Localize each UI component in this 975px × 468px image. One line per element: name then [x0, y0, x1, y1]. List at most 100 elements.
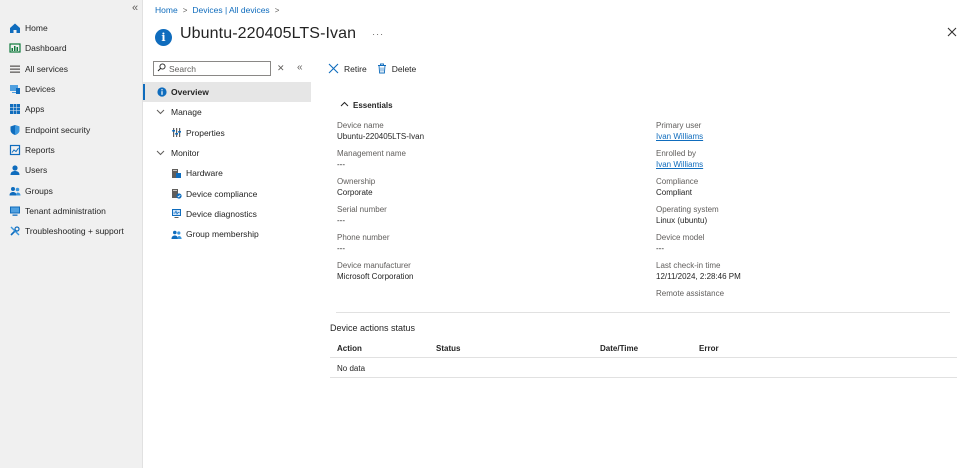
reports-icon — [9, 144, 21, 156]
delete-button[interactable]: Delete — [377, 63, 417, 76]
nav-item-endpoint-security[interactable]: Endpoint security — [0, 119, 143, 139]
chevron-down-icon — [156, 107, 167, 118]
nav-item-reports[interactable]: Reports — [0, 140, 143, 160]
more-options-button[interactable]: ··· — [372, 29, 384, 39]
collapse-nav-button[interactable]: « — [129, 2, 141, 14]
chevron-right-icon: > — [182, 5, 188, 15]
column-header-error[interactable]: Error — [699, 344, 719, 353]
home-icon — [9, 22, 21, 34]
search-icon — [157, 63, 166, 74]
primary-user-link[interactable]: Ivan Williams — [656, 131, 703, 142]
enrolled-by-link[interactable]: Ivan Williams — [656, 159, 703, 170]
column-header-datetime[interactable]: Date/Time — [600, 344, 638, 353]
nav-label: Endpoint security — [25, 124, 91, 135]
close-icon — [947, 27, 957, 37]
retire-button[interactable]: Retire — [328, 63, 367, 76]
field-ownership: Ownership Corporate — [337, 176, 375, 198]
all-services-icon — [9, 63, 21, 75]
clear-search-button[interactable]: ✕ — [277, 63, 285, 74]
menu-item-label: Properties — [186, 127, 225, 138]
retire-label: Retire — [344, 64, 367, 74]
menu-item-hardware[interactable]: Hardware — [143, 163, 311, 183]
field-label: Enrolled by — [656, 149, 697, 158]
nav-list: Home Dashboard All services Devices Apps — [0, 18, 143, 241]
menu-group-manage[interactable]: Manage — [143, 102, 311, 122]
search-box[interactable] — [153, 61, 271, 76]
menu-item-group-membership[interactable]: Group membership — [143, 224, 311, 244]
field-label: Ownership — [337, 177, 376, 186]
nav-item-dashboard[interactable]: Dashboard — [0, 38, 143, 58]
field-value: Compliant — [656, 188, 693, 197]
nav-label: Users — [25, 165, 48, 176]
info-icon — [156, 87, 167, 98]
field-device-manufacturer: Device manufacturer Microsoft Corporatio… — [337, 260, 413, 282]
field-label: Serial number — [337, 205, 387, 214]
delete-label: Delete — [391, 64, 417, 74]
nav-label: Apps — [25, 104, 45, 115]
breadcrumb-home-link[interactable]: Home — [155, 5, 178, 15]
field-label: Remote assistance — [656, 289, 725, 298]
shield-icon — [9, 124, 21, 136]
field-value: --- — [656, 244, 664, 253]
essentials-toggle[interactable]: Essentials — [340, 100, 393, 111]
field-remote-assistance: Remote assistance — [656, 288, 724, 299]
field-compliance: Compliance Compliant — [656, 176, 698, 198]
nav-item-home[interactable]: Home — [0, 18, 143, 38]
field-value: Ubuntu-220405LTS-Ivan — [337, 132, 425, 141]
field-value: --- — [337, 244, 345, 253]
menu-item-device-compliance[interactable]: Device compliance — [143, 183, 311, 203]
chevron-right-icon: > — [274, 5, 280, 15]
menu-item-overview[interactable]: Overview — [143, 82, 311, 103]
field-value: 12/11/2024, 2:28:46 PM — [656, 272, 741, 281]
trash-icon — [377, 63, 387, 76]
breadcrumb-devices-link[interactable]: Devices | All devices — [192, 5, 269, 15]
apps-icon — [9, 103, 21, 115]
no-data-message: No data — [337, 364, 366, 373]
field-enrolled-by: Enrolled by Ivan Williams — [656, 148, 703, 170]
nav-label: Troubleshooting + support — [25, 226, 124, 237]
field-value: Microsoft Corporation — [337, 272, 414, 281]
title-row: i Ubuntu-220405LTS-Ivan ··· — [155, 20, 384, 48]
nav-label: Devices — [25, 84, 56, 95]
nav-item-apps[interactable]: Apps — [0, 99, 143, 119]
menu-list: Overview Manage Properties Monitor Hardw… — [143, 82, 311, 244]
collapse-menu-button[interactable]: « — [297, 62, 303, 73]
column-header-status[interactable]: Status — [436, 344, 460, 353]
menu-item-label: Group membership — [186, 229, 259, 240]
nav-item-devices[interactable]: Devices — [0, 79, 143, 99]
info-icon: i — [155, 28, 172, 46]
divider — [336, 312, 950, 313]
nav-label: Dashboard — [25, 43, 67, 54]
tenant-admin-icon — [9, 205, 21, 217]
field-label: Compliance — [656, 177, 699, 186]
menu-item-device-diagnostics[interactable]: Device diagnostics — [143, 204, 311, 224]
field-phone-number: Phone number --- — [337, 232, 389, 254]
search-input[interactable] — [169, 63, 269, 74]
nav-item-users[interactable]: Users — [0, 160, 143, 180]
nav-item-tenant-administration[interactable]: Tenant administration — [0, 201, 143, 221]
close-button[interactable] — [946, 26, 958, 38]
breadcrumb: Home > Devices | All devices > — [155, 4, 284, 16]
menu-group-label: Monitor — [171, 148, 200, 159]
field-value: Corporate — [337, 188, 373, 197]
nav-item-groups[interactable]: Groups — [0, 180, 143, 200]
device-actions-status-title: Device actions status — [330, 323, 416, 333]
menu-item-properties[interactable]: Properties — [143, 123, 311, 143]
nav-item-all-services[interactable]: All services — [0, 59, 143, 79]
field-label: Device manufacturer — [337, 261, 411, 270]
field-primary-user: Primary user Ivan Williams — [656, 120, 703, 142]
column-header-action[interactable]: Action — [337, 344, 362, 353]
properties-icon — [171, 127, 182, 138]
hardware-icon — [171, 168, 182, 179]
nav-item-troubleshooting-support[interactable]: Troubleshooting + support — [0, 221, 143, 241]
menu-group-label: Manage — [171, 107, 202, 118]
menu-group-monitor[interactable]: Monitor — [143, 143, 311, 163]
field-operating-system: Operating system Linux (ubuntu) — [656, 204, 719, 226]
dashboard-icon — [9, 42, 21, 54]
close-icon — [328, 63, 339, 76]
field-value: --- — [337, 216, 345, 225]
field-label: Operating system — [656, 205, 719, 214]
field-label: Primary user — [656, 121, 702, 130]
nav-label: Home — [25, 23, 48, 34]
field-device-name: Device name Ubuntu-220405LTS-Ivan — [337, 120, 424, 142]
